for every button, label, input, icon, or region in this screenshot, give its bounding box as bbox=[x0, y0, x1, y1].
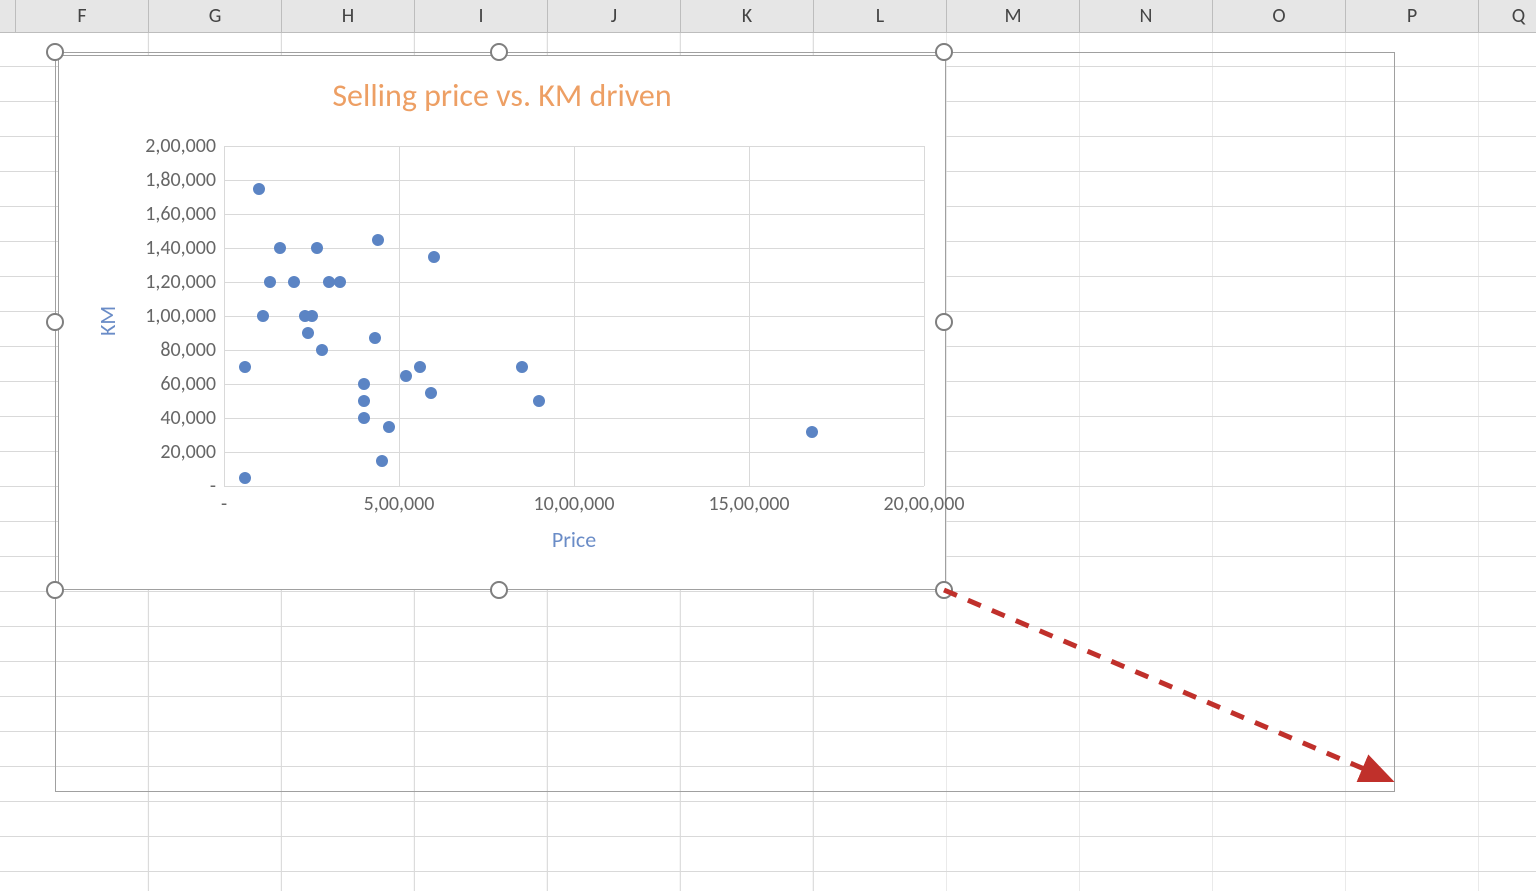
selection-handle[interactable] bbox=[490, 43, 508, 61]
data-point[interactable] bbox=[516, 361, 528, 373]
data-point[interactable] bbox=[257, 310, 269, 322]
x-tick-label: 20,00,000 bbox=[884, 492, 965, 516]
y-axis-title[interactable]: KM bbox=[94, 306, 121, 336]
data-point[interactable] bbox=[358, 412, 370, 424]
column-header-Q[interactable]: Q bbox=[1479, 0, 1536, 32]
selection-handle[interactable] bbox=[46, 43, 64, 61]
resize-drag-arrow bbox=[934, 580, 1410, 800]
gridline-horizontal bbox=[224, 350, 924, 351]
gridline-horizontal bbox=[224, 316, 924, 317]
x-axis-title[interactable]: Price bbox=[224, 526, 924, 553]
data-point[interactable] bbox=[358, 395, 370, 407]
y-tick-label: 1,00,000 bbox=[145, 304, 216, 328]
chart-canvas[interactable]: Selling price vs. KM driven KM -5,00,000… bbox=[58, 55, 946, 590]
selection-handle[interactable] bbox=[935, 313, 953, 331]
data-point[interactable] bbox=[316, 344, 328, 356]
data-point[interactable] bbox=[239, 472, 251, 484]
gridline-horizontal bbox=[224, 452, 924, 453]
y-tick-label: 60,000 bbox=[160, 372, 216, 396]
chart-title[interactable]: Selling price vs. KM driven bbox=[59, 76, 945, 115]
x-tick-label: - bbox=[221, 492, 227, 516]
selection-handle[interactable] bbox=[935, 43, 953, 61]
y-tick-label: 1,40,000 bbox=[145, 236, 216, 260]
data-point[interactable] bbox=[264, 276, 276, 288]
column-header-G[interactable]: G bbox=[149, 0, 282, 32]
y-tick-label: 2,00,000 bbox=[145, 134, 216, 158]
data-point[interactable] bbox=[376, 455, 388, 467]
column-header-N[interactable]: N bbox=[1080, 0, 1213, 32]
selection-handle[interactable] bbox=[490, 581, 508, 599]
data-point[interactable] bbox=[358, 378, 370, 390]
column-header-K[interactable]: K bbox=[681, 0, 814, 32]
column-header-I[interactable]: I bbox=[415, 0, 548, 32]
data-point[interactable] bbox=[302, 327, 314, 339]
column-header-F[interactable]: F bbox=[16, 0, 149, 32]
data-point[interactable] bbox=[383, 421, 395, 433]
gridline-horizontal bbox=[224, 180, 924, 181]
x-tick-label: 5,00,000 bbox=[364, 492, 435, 516]
gridline-horizontal bbox=[224, 486, 924, 487]
x-tick-label: 10,00,000 bbox=[534, 492, 615, 516]
data-point[interactable] bbox=[334, 276, 346, 288]
y-tick-label: 1,20,000 bbox=[145, 270, 216, 294]
gridline-horizontal bbox=[224, 248, 924, 249]
column-header-O[interactable]: O bbox=[1213, 0, 1346, 32]
data-point[interactable] bbox=[239, 361, 251, 373]
column-header-L[interactable]: L bbox=[814, 0, 947, 32]
gridline-horizontal bbox=[224, 384, 924, 385]
data-point[interactable] bbox=[311, 242, 323, 254]
data-point[interactable] bbox=[306, 310, 318, 322]
column-header-P[interactable]: P bbox=[1346, 0, 1479, 32]
gridline-horizontal bbox=[224, 146, 924, 147]
column-header-row: FGHIJKLMNOPQ bbox=[0, 0, 1536, 33]
y-tick-label: 1,60,000 bbox=[145, 202, 216, 226]
column-header-H[interactable]: H bbox=[282, 0, 415, 32]
column-header-M[interactable]: M bbox=[947, 0, 1080, 32]
data-point[interactable] bbox=[428, 251, 440, 263]
data-point[interactable] bbox=[274, 242, 286, 254]
plot-area[interactable]: -5,00,00010,00,00015,00,00020,00,000-20,… bbox=[224, 146, 924, 486]
data-point[interactable] bbox=[369, 332, 381, 344]
data-point[interactable] bbox=[806, 426, 818, 438]
selection-handle[interactable] bbox=[46, 581, 64, 599]
y-tick-label: 1,80,000 bbox=[145, 168, 216, 192]
y-tick-label: - bbox=[210, 474, 216, 498]
y-tick-label: 20,000 bbox=[160, 440, 216, 464]
data-point[interactable] bbox=[400, 370, 412, 382]
x-tick-label: 15,00,000 bbox=[709, 492, 790, 516]
data-point[interactable] bbox=[288, 276, 300, 288]
y-tick-label: 40,000 bbox=[160, 406, 216, 430]
gridline-horizontal bbox=[224, 214, 924, 215]
gridline-horizontal bbox=[224, 418, 924, 419]
data-point[interactable] bbox=[425, 387, 437, 399]
data-point[interactable] bbox=[414, 361, 426, 373]
y-tick-label: 80,000 bbox=[160, 338, 216, 362]
data-point[interactable] bbox=[533, 395, 545, 407]
data-point[interactable] bbox=[253, 183, 265, 195]
selection-handle[interactable] bbox=[46, 313, 64, 331]
column-header-J[interactable]: J bbox=[548, 0, 681, 32]
data-point[interactable] bbox=[372, 234, 384, 246]
